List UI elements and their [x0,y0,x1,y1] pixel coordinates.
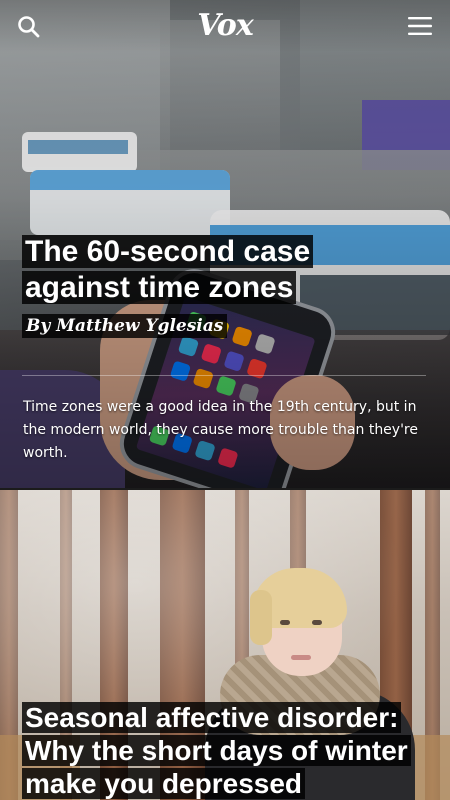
story-headline[interactable]: Seasonal affective disorder: Why the sho… [22,701,432,800]
story-headline[interactable]: The 60-second case against time zones [22,234,422,306]
search-icon [18,16,40,38]
story-card-seasonal-affective-disorder[interactable]: Seasonal affective disorder: Why the sho… [0,490,450,800]
story-headline-text[interactable]: Seasonal affective disorder: Why the sho… [22,702,411,799]
story-card-time-zones[interactable]: The 60-second case against time zones By… [0,0,450,488]
story-dek: Time zones were a good idea in the 19th … [23,399,418,461]
vox-mobile-home: The 60-second case against time zones By… [0,0,450,800]
divider [22,375,426,376]
person-eye [312,620,322,625]
hamburger-menu-icon [408,17,432,35]
story-headline-text[interactable]: The 60-second case against time zones [22,235,314,304]
person-eye [280,620,290,625]
search-button[interactable] [16,14,42,40]
site-header: Vox [0,0,450,52]
story-byline[interactable]: By Matthew Yglesias [22,314,228,338]
person-lips [291,655,311,660]
menu-button[interactable] [406,14,434,38]
person-hair [250,590,272,645]
vox-logo[interactable]: Vox [197,6,253,46]
